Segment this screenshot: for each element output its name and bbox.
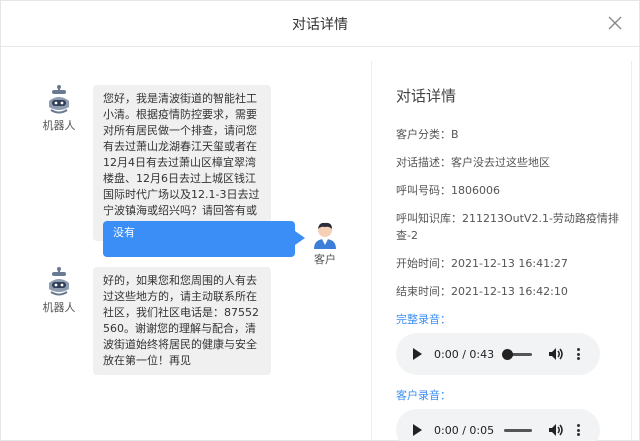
customer-class: 客户分类：B	[396, 128, 459, 141]
close-icon	[608, 16, 622, 30]
robot-message: 机器人 好的，如果您和您周围的人有去过这些地方的，请主动联系所在社区，我们社区电…	[37, 267, 271, 375]
more-icon[interactable]	[572, 347, 584, 361]
more-icon[interactable]	[572, 423, 584, 437]
start-time: 开始时间：2021-12-13 16:41:27	[396, 257, 568, 270]
user-message: 没有 客户	[103, 221, 341, 267]
customer-recording-time: 0:00 / 0:05	[434, 423, 495, 437]
customer-recording-label: 客户录音：	[396, 389, 451, 402]
user-bubble: 没有	[103, 221, 305, 257]
end-time: 结束时间：2021-12-13 16:42:10	[396, 285, 568, 298]
robot-bubble: 您好，我是清波街道的智能社工小清。根据疫情防控要求，需要对所有居民做一个排查，请…	[93, 85, 271, 241]
dialog-description: 对话描述：客户没去过这些地区	[396, 156, 550, 169]
chat-panel[interactable]: 机器人 您好，我是清波街道的智能社工小清。根据疫情防控要求，需要对所有居民做一个…	[1, 47, 371, 441]
details-title: 对话详情	[396, 87, 457, 105]
robot-icon	[49, 267, 69, 296]
user-label: 客户	[314, 253, 336, 266]
robot-message: 机器人 您好，我是清波街道的智能社工小清。根据疫情防控要求，需要对所有居民做一个…	[37, 85, 271, 241]
progress-slider[interactable]	[502, 348, 532, 360]
robot-bubble: 好的，如果您和您周围的人有去过这些地方的，请主动联系所在社区，我们社区电话是：8…	[93, 267, 271, 375]
play-icon[interactable]	[410, 423, 424, 437]
modal-header: 对话详情	[1, 1, 639, 47]
panel-divider	[371, 61, 372, 441]
knowledge-base: 呼叫知识库：211213OutV2.1-劳动路疫情排查-2	[396, 212, 619, 242]
modal-title: 对话详情	[292, 16, 348, 33]
robot-label: 机器人	[42, 301, 76, 314]
dialog-detail-modal: 对话详情 机器人 您好，我是清波街道的智能社工小清。根据疫情防控要求，需要对所有…	[0, 0, 640, 441]
user-avatar-icon	[314, 222, 336, 249]
robot-avatar: 机器人	[37, 267, 81, 315]
robot-label: 机器人	[42, 119, 76, 132]
progress-knob[interactable]	[502, 348, 513, 360]
full-recording-player: 0:00 / 0:43	[396, 333, 600, 375]
full-recording-time: 0:00 / 0:43	[434, 347, 495, 361]
robot-avatar: 机器人	[37, 85, 81, 133]
user-avatar: 客户	[309, 221, 341, 267]
details-panel: 对话详情 客户分类：B 对话描述：客户没去过这些地区 呼叫号码：1806006 …	[396, 85, 626, 441]
full-recording-label: 完整录音：	[396, 313, 451, 326]
volume-icon[interactable]	[548, 347, 564, 361]
volume-icon[interactable]	[548, 423, 564, 437]
close-button[interactable]	[607, 15, 623, 31]
progress-slider[interactable]	[504, 428, 532, 432]
robot-icon	[49, 85, 69, 114]
scrollbar-track[interactable]	[631, 61, 632, 441]
play-icon[interactable]	[410, 347, 424, 361]
phone-number: 呼叫号码：1806006	[396, 184, 500, 197]
customer-recording-player: 0:00 / 0:05	[396, 409, 600, 441]
